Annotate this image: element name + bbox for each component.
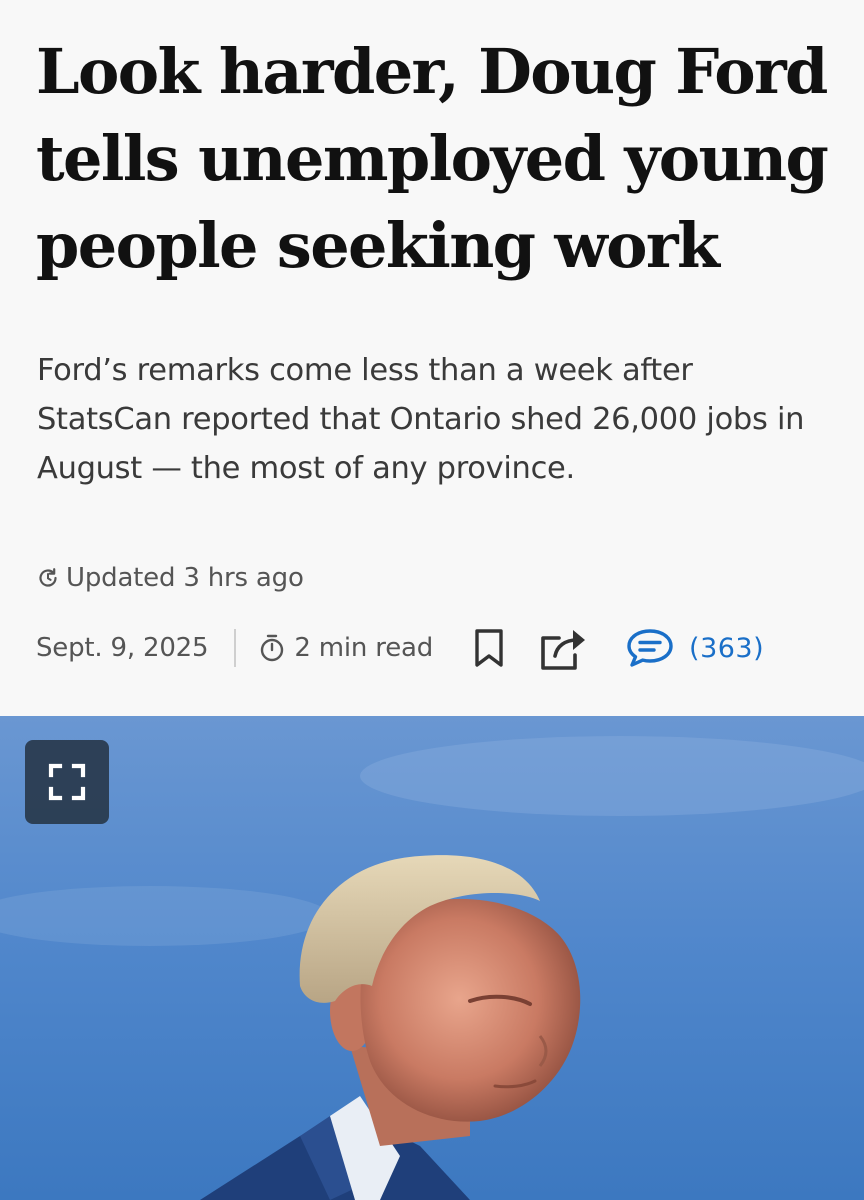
hero-photo-image (0, 716, 864, 1200)
expand-icon (48, 763, 86, 801)
updated-label: Updated 3 hrs ago (66, 563, 304, 593)
headline: Look harder, Doug Ford tells unemployed … (36, 35, 829, 282)
comments-button[interactable]: (363) (625, 627, 764, 669)
comment-bubble-icon (627, 629, 673, 667)
share-icon (541, 630, 586, 670)
refresh-icon (39, 568, 57, 587)
share-button[interactable] (537, 624, 591, 672)
article-header: Look harder, Doug Ford tells unemployed … (0, 0, 864, 716)
hero-photo[interactable] (0, 716, 864, 1200)
publish-date: Sept. 9, 2025 (36, 633, 209, 663)
updated-timestamp: Updated 3 hrs ago (36, 560, 304, 596)
comment-count: (363) (689, 632, 765, 664)
bookmark-icon (475, 629, 503, 667)
read-time: 2 min read (294, 633, 434, 663)
expand-image-button[interactable] (25, 740, 109, 824)
article-dek: Ford’s remarks come less than a week aft… (37, 353, 805, 486)
article-meta-row: Sept. 9, 2025 2 min read (363) (36, 626, 764, 670)
bookmark-button[interactable] (471, 626, 507, 670)
stopwatch-icon (261, 634, 284, 662)
meta-divider (234, 629, 237, 667)
